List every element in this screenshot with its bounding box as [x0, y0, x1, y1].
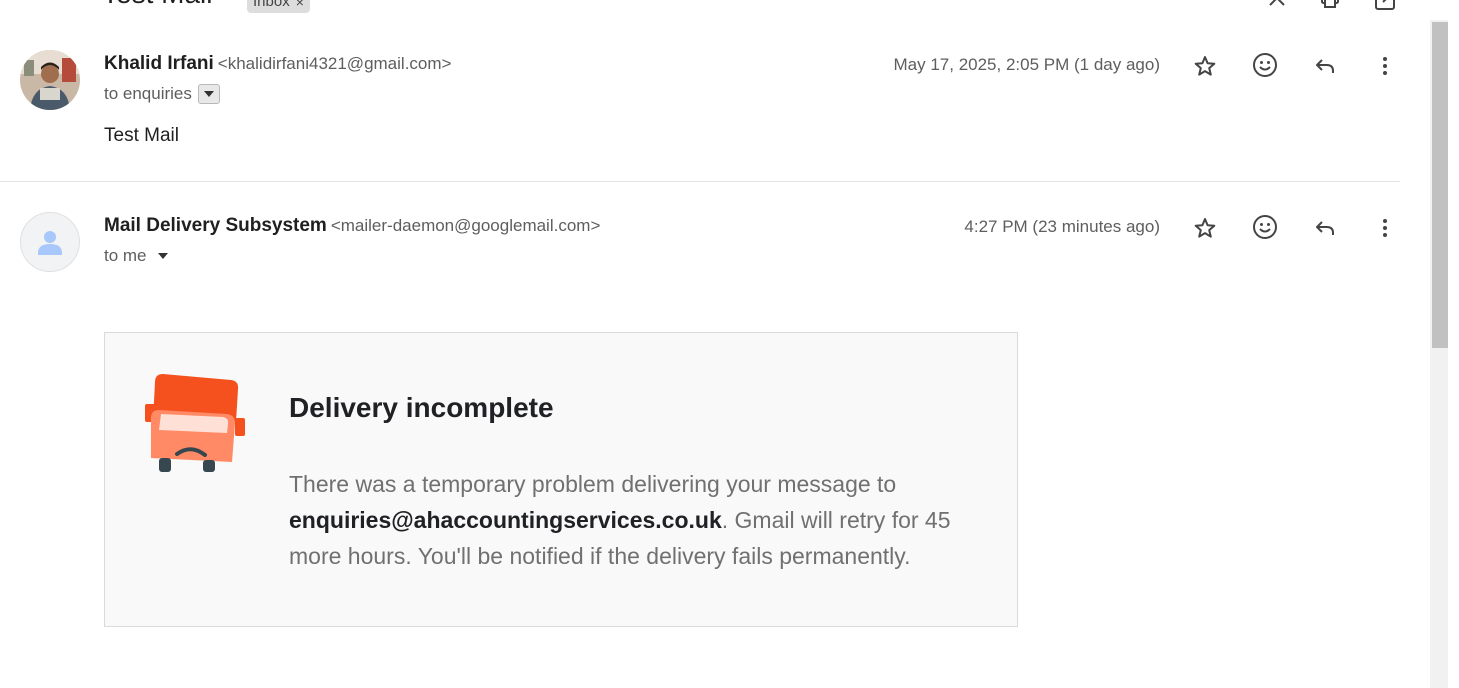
- caret-down-icon: [203, 91, 214, 97]
- caret-down-icon: [157, 253, 168, 259]
- avatar-khalid[interactable]: [20, 50, 80, 110]
- print-icon[interactable]: [1318, 0, 1342, 12]
- show-details-button[interactable]: [197, 84, 220, 104]
- recipient-address: enquiries@ahaccountingservices.co.uk: [289, 507, 722, 533]
- message-date: May 17, 2025, 2:05 PM (1 day ago): [893, 55, 1161, 74]
- message-divider: [0, 181, 1400, 182]
- show-details-button[interactable]: [153, 246, 173, 266]
- remove-label-icon[interactable]: ×: [296, 0, 304, 10]
- reply-button[interactable]: [1307, 210, 1343, 246]
- delivery-truck-icon: [143, 370, 247, 479]
- recipient-text: to me: [104, 246, 147, 265]
- avatar-default[interactable]: [20, 212, 80, 272]
- message-date: 4:27 PM (23 minutes ago): [964, 217, 1160, 236]
- sender-email: <khalidirfani4321@gmail.com>: [217, 54, 452, 73]
- star-button[interactable]: [1187, 48, 1223, 84]
- recipient-text: to enquiries: [104, 84, 192, 103]
- more-options-button[interactable]: [1367, 48, 1403, 84]
- open-in-new-window-icon[interactable]: [1373, 0, 1397, 12]
- sender-name[interactable]: Mail Delivery Subsystem: [104, 215, 327, 236]
- reply-button[interactable]: [1307, 48, 1343, 84]
- label-chip-text: Inbox: [253, 0, 290, 10]
- emoji-reaction-icon: [1253, 215, 1277, 239]
- star-icon: [1194, 218, 1216, 238]
- more-vertical-icon: [1383, 57, 1387, 75]
- message-body: Test Mail: [104, 125, 179, 146]
- star-button[interactable]: [1187, 210, 1223, 246]
- more-options-button[interactable]: [1367, 210, 1403, 246]
- emoji-reaction-icon: [1253, 53, 1277, 77]
- emoji-reaction-button[interactable]: [1247, 47, 1283, 83]
- sender-name[interactable]: Khalid Irfani: [104, 53, 214, 74]
- sender-row: Khalid Irfani <khalidirfani4321@gmail.com…: [104, 53, 451, 75]
- sender-row: Mail Delivery Subsystem <mailer-daemon@go…: [104, 215, 600, 237]
- chevron-up-icon[interactable]: [1265, 0, 1289, 12]
- more-vertical-icon: [1383, 219, 1387, 237]
- reply-icon: [1316, 221, 1334, 235]
- delivery-status-message: There was a temporary problem delivering…: [289, 466, 989, 574]
- star-icon: [1194, 56, 1216, 76]
- message-text-start: There was a temporary problem delivering…: [289, 471, 897, 497]
- thread-subject: Test Mail: [102, 0, 212, 10]
- label-chip-inbox[interactable]: Inbox ×: [247, 0, 310, 13]
- recipient-row: to enquiries: [104, 84, 220, 104]
- scrollbar-thumb[interactable]: [1432, 22, 1448, 348]
- delivery-status-title: Delivery incomplete: [289, 392, 554, 423]
- recipient-row: to me: [104, 246, 173, 266]
- sender-email: <mailer-daemon@googlemail.com>: [330, 216, 601, 235]
- emoji-reaction-button[interactable]: [1247, 209, 1283, 245]
- person-icon: [38, 231, 62, 255]
- reply-icon: [1316, 59, 1334, 73]
